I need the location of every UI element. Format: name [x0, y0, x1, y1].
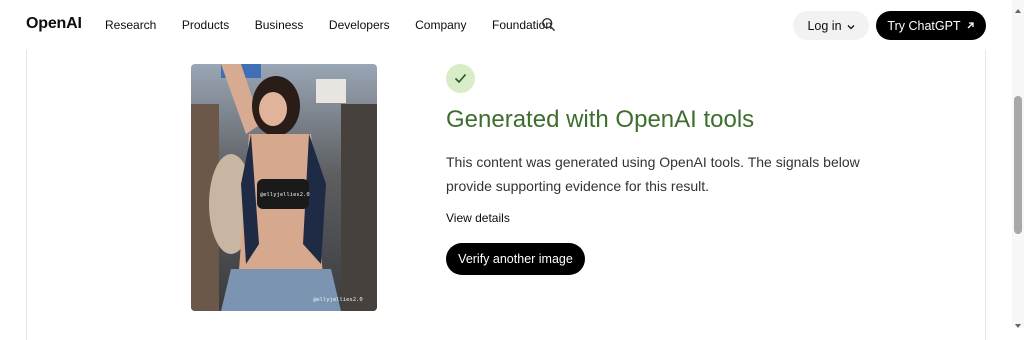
- check-icon: [446, 64, 475, 93]
- chevron-down-icon: [847, 19, 855, 33]
- scroll-down-arrow-icon[interactable]: [1014, 317, 1022, 328]
- result-title: Generated with OpenAI tools: [446, 106, 755, 133]
- search-icon[interactable]: [541, 17, 556, 32]
- login-label: Log in: [807, 18, 842, 33]
- login-button[interactable]: Log in: [793, 11, 869, 40]
- try-chatgpt-button[interactable]: Try ChatGPT: [876, 11, 986, 40]
- nav-research[interactable]: Research: [105, 18, 156, 32]
- openai-logo[interactable]: OpenAI: [26, 15, 82, 33]
- nav-business[interactable]: Business: [255, 18, 304, 32]
- try-chatgpt-label: Try ChatGPT: [887, 18, 961, 33]
- verify-another-image-button[interactable]: Verify another image: [446, 243, 585, 275]
- arrow-up-right-icon: [966, 19, 975, 33]
- scrollbar-thumb[interactable]: [1014, 96, 1022, 234]
- uploaded-image: @ellyjellies2.0 @ellyjellies2.0: [191, 64, 377, 311]
- main-nav: Research Products Business Developers Co…: [105, 18, 578, 32]
- top-navigation: OpenAI Research Products Business Develo…: [0, 0, 1012, 50]
- view-details-link[interactable]: View details: [446, 211, 510, 225]
- image-watermark-bottom: @ellyjellies2.0: [313, 297, 363, 303]
- nav-developers[interactable]: Developers: [329, 18, 390, 32]
- scroll-up-arrow-icon[interactable]: [1014, 2, 1022, 13]
- image-watermark-top: @ellyjellies2.0: [260, 192, 310, 198]
- result-description: This content was generated using OpenAI …: [446, 154, 860, 194]
- nav-products[interactable]: Products: [182, 18, 229, 32]
- nav-company[interactable]: Company: [415, 18, 466, 32]
